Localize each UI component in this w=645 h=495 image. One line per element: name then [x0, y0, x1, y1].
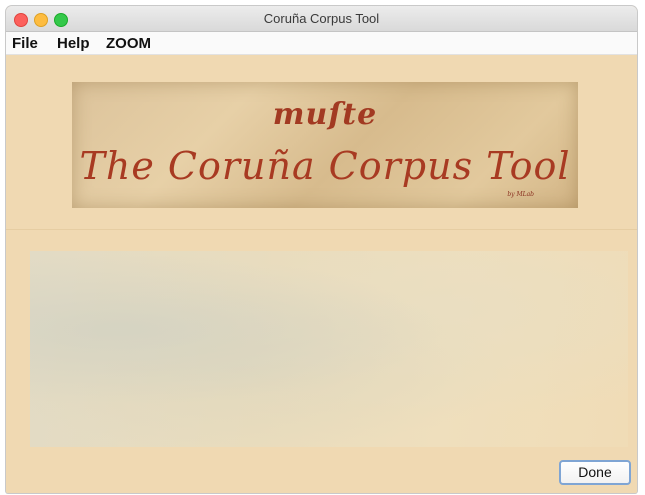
banner-muste-text: muſte	[272, 97, 378, 132]
app-banner-logo: muſte The Coruña Corpus Tool by MLab	[72, 82, 578, 208]
menu-file[interactable]: File	[12, 35, 38, 52]
menu-zoom[interactable]: ZOOM	[106, 35, 151, 52]
section-divider	[6, 229, 637, 230]
app-window: Coruña Corpus Tool File Help ZOOM muſte …	[6, 6, 637, 493]
banner-signature: by MLab	[507, 191, 534, 198]
parchment-texture-panel	[30, 251, 628, 447]
title-bar: Coruña Corpus Tool	[6, 6, 637, 32]
menu-bar: File Help ZOOM	[6, 32, 637, 55]
menu-help[interactable]: Help	[57, 35, 90, 52]
main-content: muſte The Coruña Corpus Tool by MLab Don…	[6, 55, 637, 493]
banner-title-text: The Coruña Corpus Tool	[79, 144, 571, 188]
done-button[interactable]: Done	[559, 460, 631, 485]
window-title: Coruña Corpus Tool	[263, 11, 380, 26]
